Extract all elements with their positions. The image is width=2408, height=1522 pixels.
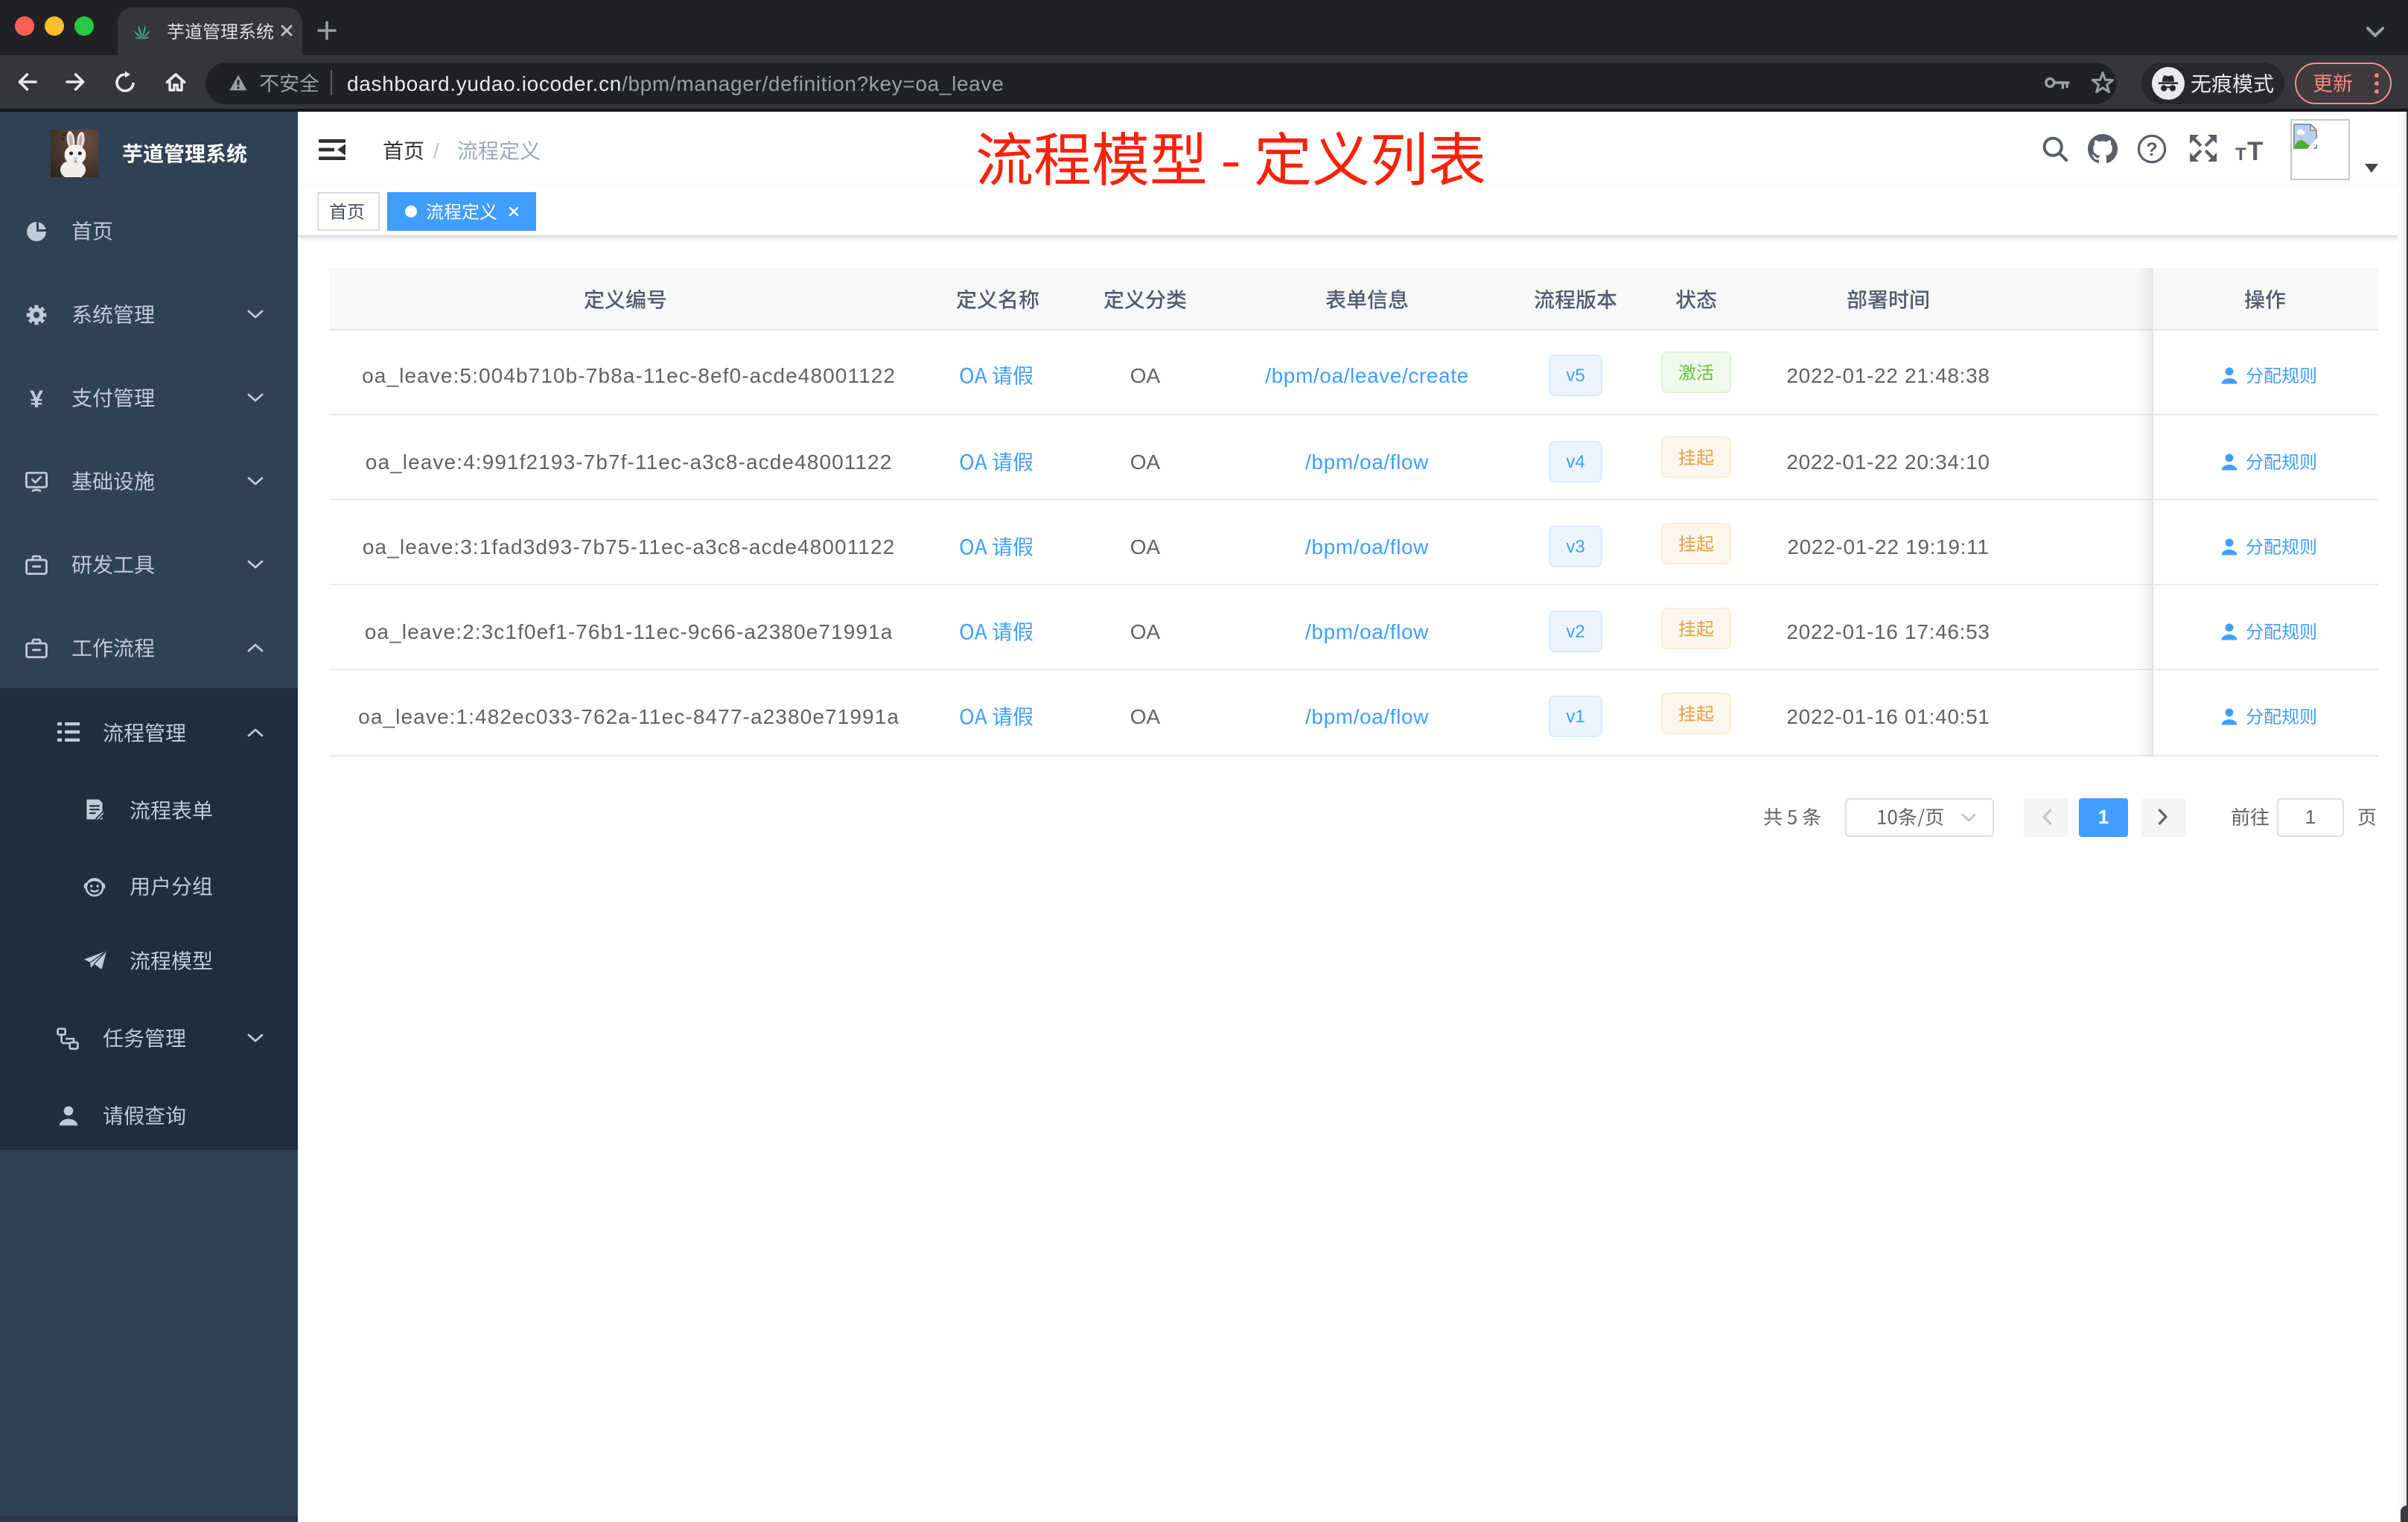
svg-text:¥: ¥ [30, 386, 43, 409]
svg-text:T: T [2247, 137, 2263, 162]
svg-text:T: T [2235, 144, 2246, 162]
svg-text:?: ? [2146, 138, 2157, 159]
